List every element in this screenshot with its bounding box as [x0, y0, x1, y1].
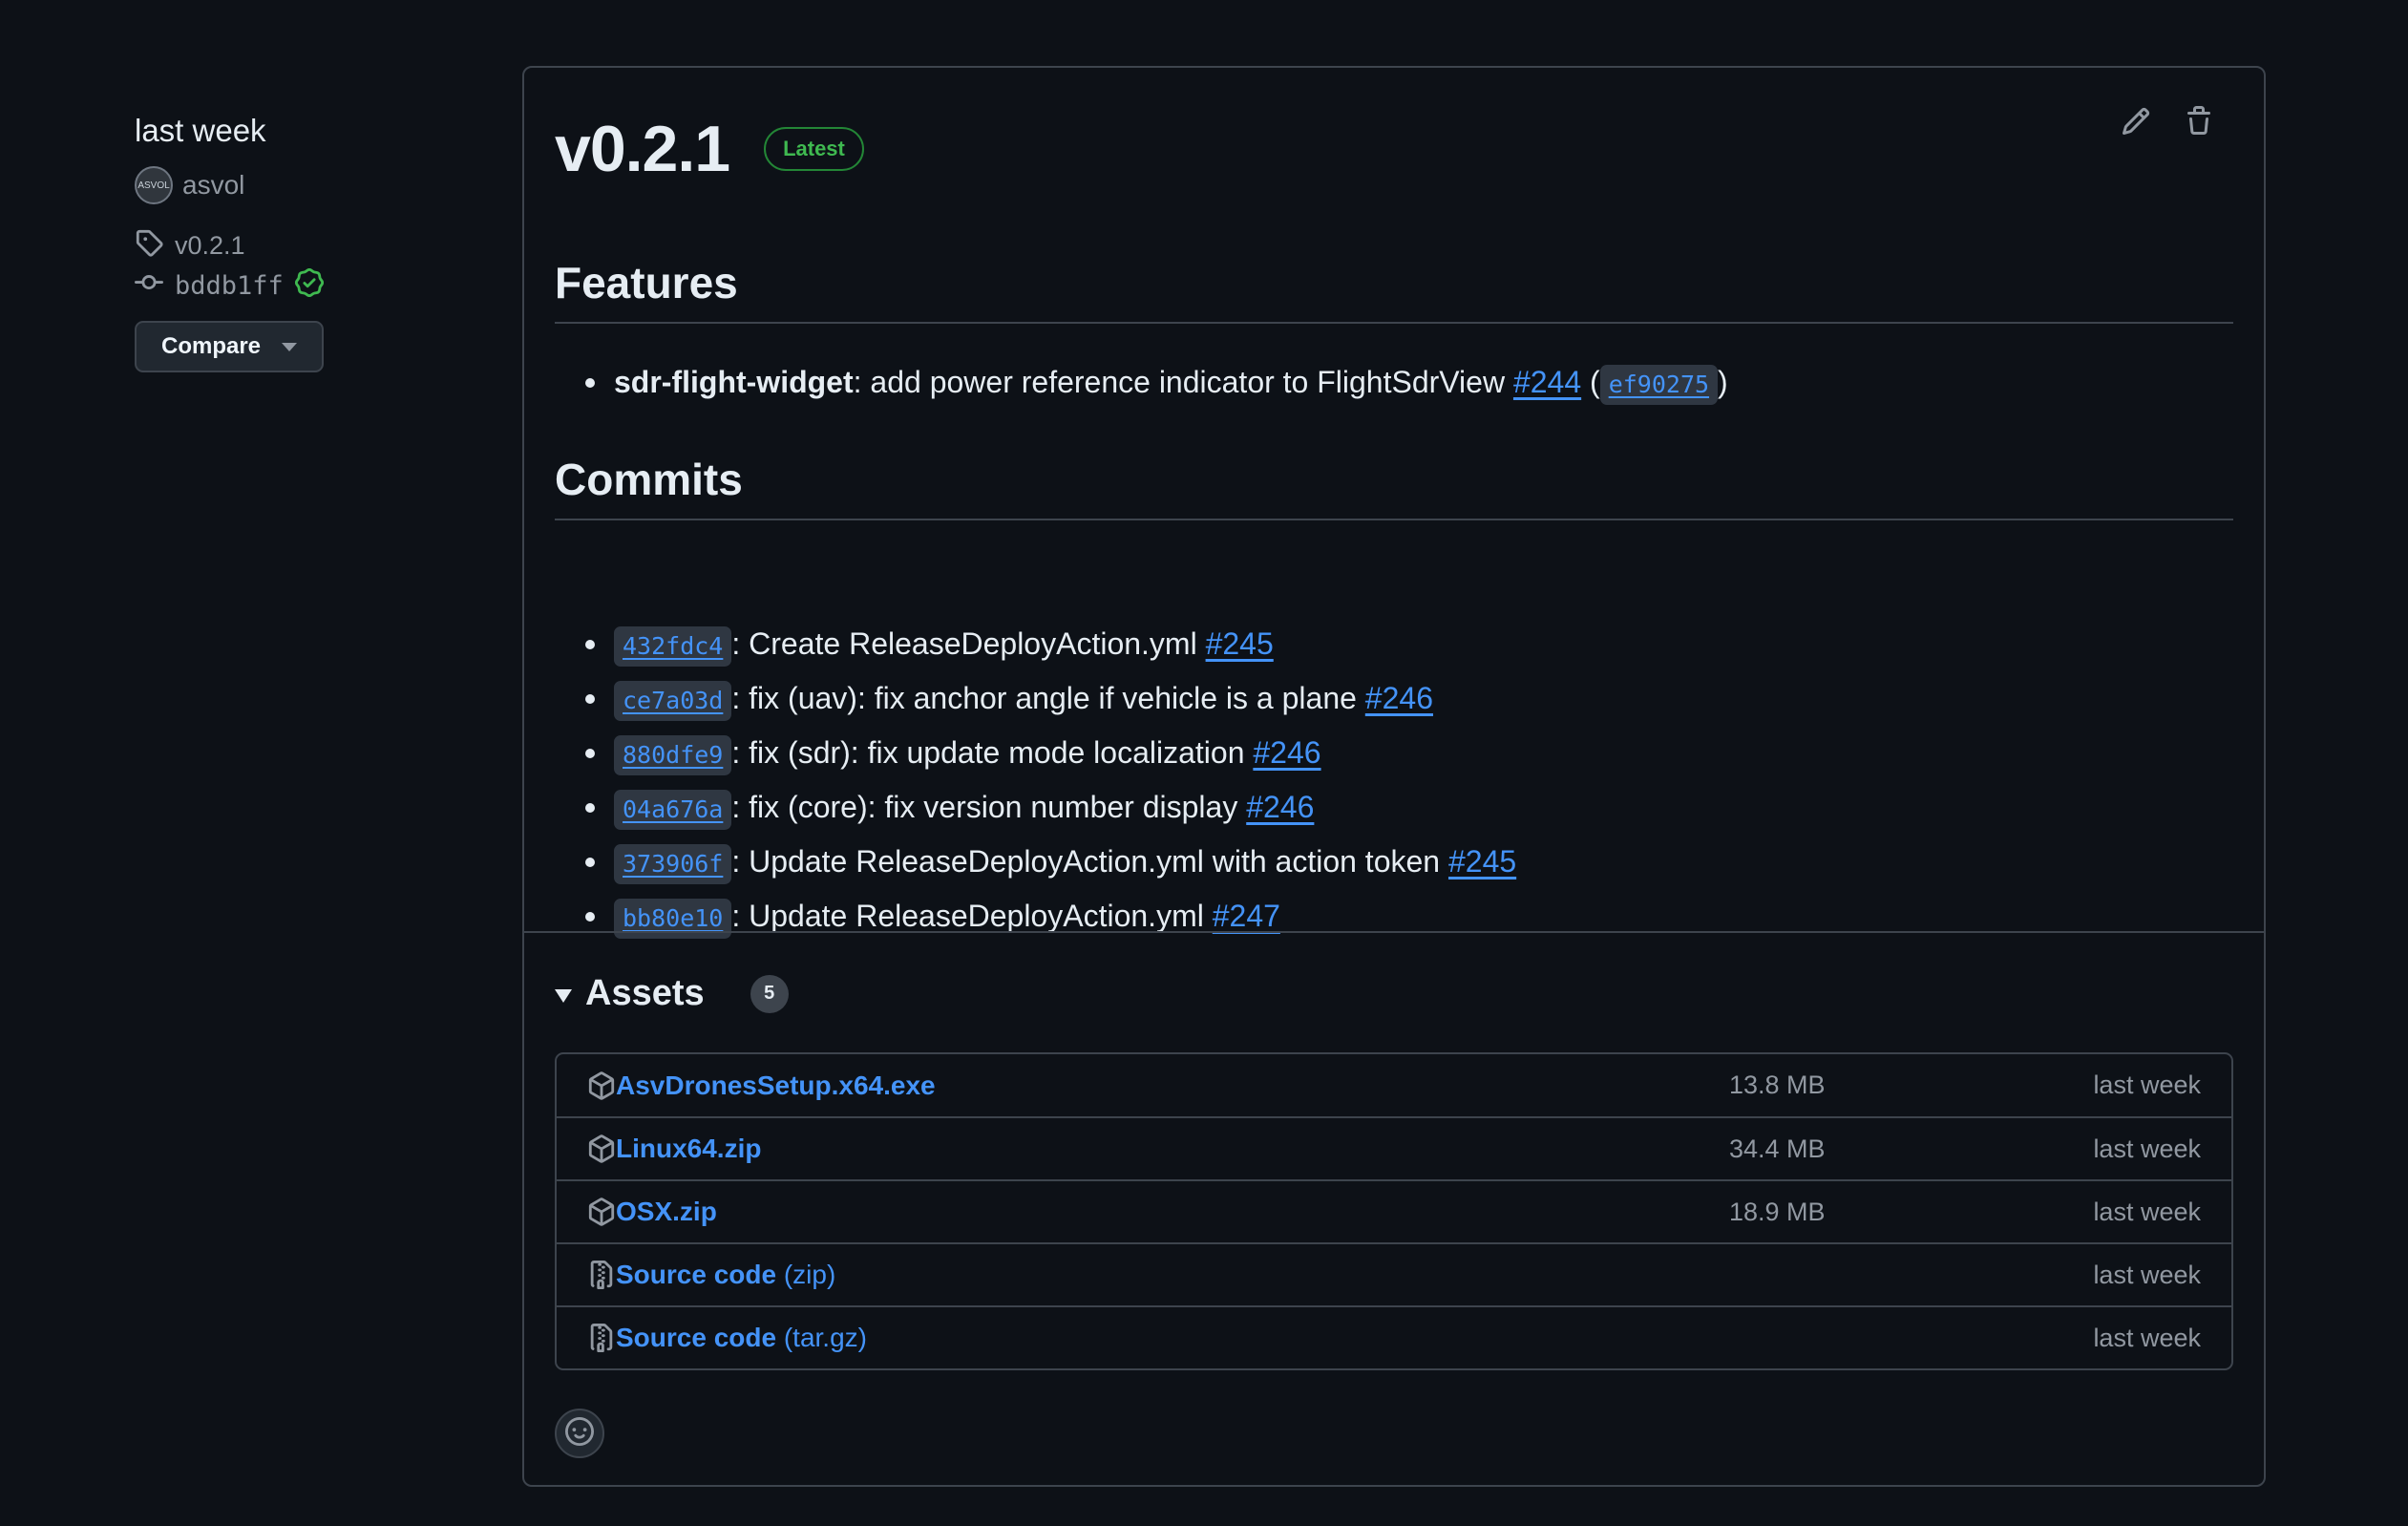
section-divider [524, 931, 2264, 933]
asset-link[interactable]: AsvDronesSetup.x64.exe [616, 1070, 936, 1101]
compare-label: Compare [161, 333, 262, 359]
commit-message: : fix (core): fix version number display [731, 790, 1247, 824]
release-card: v0.2.1 Latest Features sdr-flight-widget… [522, 66, 2266, 1487]
commit-link[interactable]: 04a676a [614, 789, 732, 830]
asset-date: last week [2093, 1134, 2201, 1163]
list-item: 373906f: Update ReleaseDeployAction.yml … [585, 835, 2233, 889]
commit-row[interactable]: bddb1ff [135, 265, 478, 306]
latest-badge: Latest [764, 127, 864, 171]
commit-link[interactable]: 880dfe9 [614, 734, 732, 775]
asset-date: last week [2093, 1323, 2201, 1352]
commits-list: 432fdc4: Create ReleaseDeployAction.yml … [555, 617, 2233, 943]
asset-link[interactable]: OSX.zip [616, 1197, 717, 1227]
release-date: last week [135, 113, 266, 148]
release-title[interactable]: v0.2.1 [555, 112, 730, 186]
commit-message: : fix (sdr): fix update mode localizatio… [731, 735, 1254, 770]
triangle-down-icon [555, 988, 572, 1003]
release-actions [2121, 106, 2214, 137]
asset-row: OSX.zip 18.9 MB last week [557, 1179, 2231, 1242]
avatar[interactable]: ASVOL [135, 166, 173, 204]
list-item: 880dfe9: fix (sdr): fix update mode loca… [585, 726, 2233, 780]
commit-sha[interactable]: bddb1ff [175, 271, 284, 301]
assets-heading: Assets [585, 973, 705, 1013]
list-item: bb80e10: Update ReleaseDeployAction.yml … [585, 889, 2233, 943]
package-icon [587, 1070, 616, 1100]
feature-scope: sdr-flight-widget [614, 365, 854, 399]
tag-icon [135, 228, 163, 264]
feature-close-paren: ) [1718, 365, 1728, 399]
asset-date: last week [2093, 1070, 2201, 1099]
assets-count-badge: 5 [750, 974, 789, 1013]
asset-row: Source code (tar.gz) last week [557, 1305, 2231, 1368]
asset-link[interactable]: Source code (zip) [616, 1260, 835, 1290]
issue-link[interactable]: #247 [1213, 899, 1280, 933]
pencil-icon[interactable] [2121, 106, 2151, 137]
asset-size: 13.8 MB [1729, 1070, 1826, 1099]
asset-link[interactable]: Source code (tar.gz) [616, 1323, 867, 1353]
asset-name[interactable]: Source code [616, 1323, 776, 1352]
assets-list: AsvDronesSetup.x64.exe 13.8 MB last week… [555, 1052, 2233, 1370]
caret-down-icon [282, 342, 298, 351]
asset-name[interactable]: Linux64.zip [616, 1134, 761, 1163]
feature-open-paren: ( [1590, 365, 1600, 399]
file-zip-icon [587, 1324, 616, 1352]
release-author[interactable]: ASVOL asvol [135, 166, 478, 204]
issue-link[interactable]: #246 [1253, 735, 1320, 770]
tag-name[interactable]: v0.2.1 [175, 231, 245, 261]
issue-link[interactable]: #245 [1448, 844, 1516, 879]
author-name[interactable]: asvol [182, 170, 244, 201]
asset-name[interactable]: AsvDronesSetup.x64.exe [616, 1070, 936, 1100]
commits-heading: Commits [555, 454, 2233, 520]
commit-link[interactable]: 432fdc4 [614, 625, 732, 667]
commit-icon [135, 268, 163, 304]
commit-link[interactable]: ce7a03d [614, 680, 732, 721]
package-icon [587, 1197, 616, 1226]
commit-link[interactable]: ef90275 [1599, 364, 1719, 405]
verified-check-icon[interactable] [294, 267, 324, 304]
issue-link[interactable]: #246 [1246, 790, 1314, 824]
asset-size: 34.4 MB [1729, 1134, 1826, 1163]
asset-name[interactable]: OSX.zip [616, 1197, 717, 1226]
commit-link[interactable]: 373906f [614, 843, 732, 884]
assets-toggle[interactable]: Assets 5 [555, 973, 789, 1014]
asset-format[interactable]: (zip) [784, 1260, 835, 1289]
features-heading: Features [555, 257, 2233, 324]
compare-button[interactable]: Compare [135, 321, 325, 372]
asset-size: 18.9 MB [1729, 1197, 1826, 1226]
feature-text: : add power reference indicator to Fligh… [853, 365, 1513, 399]
issue-link[interactable]: #245 [1206, 626, 1274, 661]
commit-message: : Create ReleaseDeployAction.yml [731, 626, 1206, 661]
asset-date: last week [2093, 1260, 2201, 1289]
tag-row[interactable]: v0.2.1 [135, 225, 478, 265]
asset-row: AsvDronesSetup.x64.exe 13.8 MB last week [557, 1054, 2231, 1116]
list-item: 432fdc4: Create ReleaseDeployAction.yml … [585, 617, 2233, 671]
file-zip-icon [587, 1261, 616, 1289]
commit-message: : fix (uav): fix anchor angle if vehicle… [731, 681, 1365, 715]
release-meta: last week ASVOL asvol v0.2.1 bddb1ff Com… [135, 113, 478, 372]
list-item: 04a676a: fix (core): fix version number … [585, 780, 2233, 835]
add-reaction-button[interactable] [555, 1409, 604, 1458]
issue-link[interactable]: #244 [1513, 365, 1581, 399]
smiley-icon [565, 1416, 594, 1451]
asset-name[interactable]: Source code [616, 1260, 776, 1289]
asset-date: last week [2093, 1197, 2201, 1226]
commit-message: : Update ReleaseDeployAction.yml [731, 899, 1213, 933]
features-list: sdr-flight-widget: add power reference i… [555, 355, 2233, 410]
list-item: sdr-flight-widget: add power reference i… [585, 355, 2233, 410]
issue-link[interactable]: #246 [1365, 681, 1433, 715]
commit-message: : Update ReleaseDeployAction.yml with ac… [731, 844, 1448, 879]
asset-row: Linux64.zip 34.4 MB last week [557, 1116, 2231, 1179]
asset-link[interactable]: Linux64.zip [616, 1134, 761, 1164]
release-header: v0.2.1 Latest [555, 112, 864, 186]
asset-format[interactable]: (tar.gz) [784, 1323, 867, 1352]
trash-icon[interactable] [2184, 106, 2214, 137]
package-icon [587, 1134, 616, 1163]
asset-row: Source code (zip) last week [557, 1242, 2231, 1305]
list-item: ce7a03d: fix (uav): fix anchor angle if … [585, 671, 2233, 726]
